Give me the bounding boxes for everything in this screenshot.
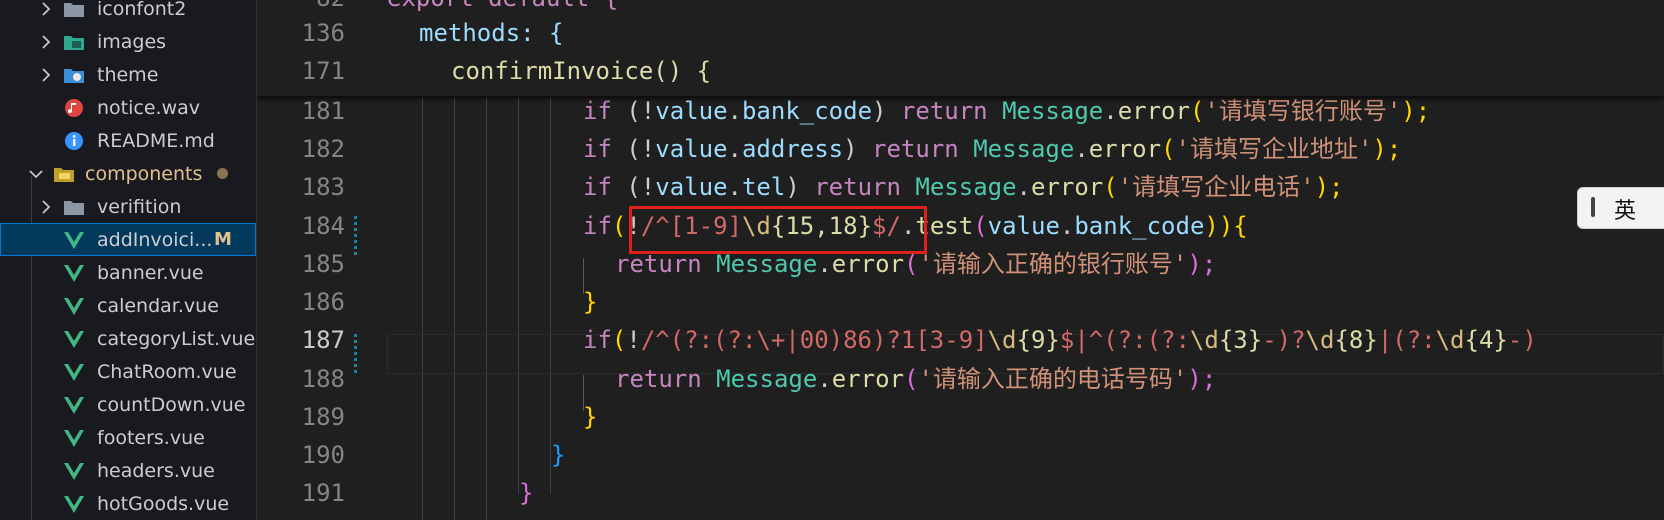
vue-file-icon <box>63 295 85 317</box>
tree-item-label: banner.vue <box>97 261 204 284</box>
code-text: return Message.error('请输入正确的电话号码'); <box>615 365 1217 393</box>
tree-item-label: hotGoods.vue <box>97 492 230 515</box>
audio-file-icon <box>63 97 85 119</box>
code-line-183[interactable]: 183 if (!value.tel) return Message.error… <box>257 167 1664 208</box>
tree-item-headers[interactable]: headers.vue <box>0 454 256 487</box>
tree-item-hotgoods[interactable]: hotGoods.vue <box>0 487 256 520</box>
tree-item-calendar[interactable]: calendar.vue <box>0 289 256 322</box>
vue-file-icon <box>63 262 85 284</box>
line-number: 186 <box>301 288 345 316</box>
modified-dot-icon <box>217 168 228 179</box>
sticky-scroll-header[interactable]: 82 export default { 136 methods: { 171 c… <box>257 0 1664 96</box>
line-number: 187 <box>301 326 345 354</box>
code-line-186[interactable]: 186 } <box>257 282 1664 323</box>
tree-item-label: theme <box>97 63 159 86</box>
chevron-down-icon[interactable] <box>26 164 46 184</box>
tree-item-label: categoryList.vue <box>97 327 256 350</box>
tree-item-label: calendar.vue <box>97 294 219 317</box>
code-line-188[interactable]: 188 return Message.error('请输入正确的电话号码'); <box>257 359 1664 400</box>
vue-file-icon <box>63 394 85 416</box>
vue-file-icon <box>63 460 85 482</box>
tree-item-label: countDown.vue <box>97 393 246 416</box>
line-number: 185 <box>301 250 345 278</box>
code-text: } <box>551 441 566 469</box>
vue-file-icon <box>63 493 85 515</box>
code-text: if(!/^(?:(?:\+|00)86)?1[3-9]\d{9}$|^(?:(… <box>583 326 1537 354</box>
code-editor[interactable]: 82 export default { 136 methods: { 171 c… <box>257 0 1664 520</box>
code-text: if (!value.address) return Message.error… <box>583 135 1402 163</box>
tree-item-label: README.md <box>97 129 215 152</box>
line-number: 184 <box>301 212 345 240</box>
vue-file-icon <box>63 361 85 383</box>
tree-item-categorylist[interactable]: categoryList.vue <box>0 322 256 355</box>
tree-item-chatroom[interactable]: ChatRoom.vue <box>0 355 256 388</box>
code-line-182[interactable]: 182 if (!value.address) return Message.e… <box>257 129 1664 170</box>
chevron-right-icon[interactable] <box>36 65 56 85</box>
tree-item-addinvoicing[interactable]: addInvoici... M <box>0 223 256 256</box>
code-line-190[interactable]: 190 } <box>257 435 1664 476</box>
code-text: methods: { <box>419 19 564 47</box>
tree-item-label: iconfont2 <box>97 0 187 20</box>
folder-icon <box>63 0 85 20</box>
line-number: 189 <box>301 403 345 431</box>
tree-item-iconfont2[interactable]: iconfont2 <box>0 0 256 25</box>
code-line-189[interactable]: 189 } <box>257 397 1664 438</box>
code-text: confirmInvoice() { <box>451 57 712 85</box>
chevron-right-icon[interactable] <box>36 197 56 217</box>
code-text: if (!value.tel) return Message.error('请填… <box>583 173 1344 201</box>
tree-item-notice-wav[interactable]: notice.wav <box>0 91 256 124</box>
line-number: 171 <box>301 57 345 85</box>
theme-folder-icon <box>63 64 85 86</box>
info-icon <box>63 130 85 152</box>
code-text: } <box>583 403 598 431</box>
tree-item-readme[interactable]: README.md <box>0 124 256 157</box>
tree-item-footers[interactable]: footers.vue <box>0 421 256 454</box>
regex-highlight-box <box>629 206 927 254</box>
tree-item-label: footers.vue <box>97 426 205 449</box>
tree-item-banner[interactable]: banner.vue <box>0 256 256 289</box>
tree-item-label: addInvoici... <box>97 228 213 251</box>
line-number: 183 <box>301 173 345 201</box>
tree-item-label: images <box>97 30 167 53</box>
git-modified-badge: M <box>214 229 232 250</box>
tree-item-label: ChatRoom.vue <box>97 360 237 383</box>
line-number: 181 <box>301 97 345 125</box>
ime-mode-label: 英 <box>1614 199 1637 224</box>
line-number: 188 <box>301 365 345 393</box>
drag-handle-icon[interactable] <box>1591 197 1595 217</box>
code-text: } <box>519 479 534 507</box>
tree-item-verifition[interactable]: verifition <box>0 190 256 223</box>
vue-file-icon <box>63 229 85 251</box>
tree-item-theme[interactable]: theme <box>0 58 256 91</box>
vue-file-icon <box>63 328 85 350</box>
line-number: 190 <box>301 441 345 469</box>
vue-file-icon <box>63 427 85 449</box>
ime-language-indicator[interactable]: 英 <box>1577 187 1664 229</box>
sticky-line[interactable]: 171 confirmInvoice() { <box>257 51 1664 92</box>
line-number: 182 <box>301 135 345 163</box>
sticky-line[interactable]: 136 methods: { <box>257 13 1664 54</box>
code-text: } <box>583 288 598 316</box>
code-line-191[interactable]: 191 } <box>257 473 1664 514</box>
file-explorer: iconfont2 images theme notice.wav README… <box>0 0 257 520</box>
code-text: if (!value.bank_code) return Message.err… <box>583 97 1431 125</box>
folder-icon <box>63 196 85 218</box>
tree-item-label: notice.wav <box>97 96 200 119</box>
tree-item-label: verifition <box>97 195 182 218</box>
components-folder-open-icon <box>53 163 75 185</box>
line-number: 136 <box>301 19 345 47</box>
line-number: 191 <box>301 479 345 507</box>
code-line-181[interactable]: 181 if (!value.bank_code) return Message… <box>257 91 1664 132</box>
code-line-185[interactable]: 185 return Message.error('请输入正确的银行账号'); <box>257 244 1664 285</box>
tree-item-countdown[interactable]: countDown.vue <box>0 388 256 421</box>
tree-item-images[interactable]: images <box>0 25 256 58</box>
code-line-187[interactable]: 187 if(!/^(?:(?:\+|00)86)?1[3-9]\d{9}$|^… <box>257 320 1664 361</box>
images-folder-icon <box>63 31 85 53</box>
chevron-right-icon[interactable] <box>36 0 56 19</box>
tree-item-label: components <box>85 162 203 185</box>
code-line-184[interactable]: 184 if(!/^[1-9]\d{15,18}$/.test(value.ba… <box>257 206 1664 247</box>
chevron-right-icon[interactable] <box>36 32 56 52</box>
tree-item-components[interactable]: components <box>0 157 256 190</box>
tree-item-label: headers.vue <box>97 459 215 482</box>
